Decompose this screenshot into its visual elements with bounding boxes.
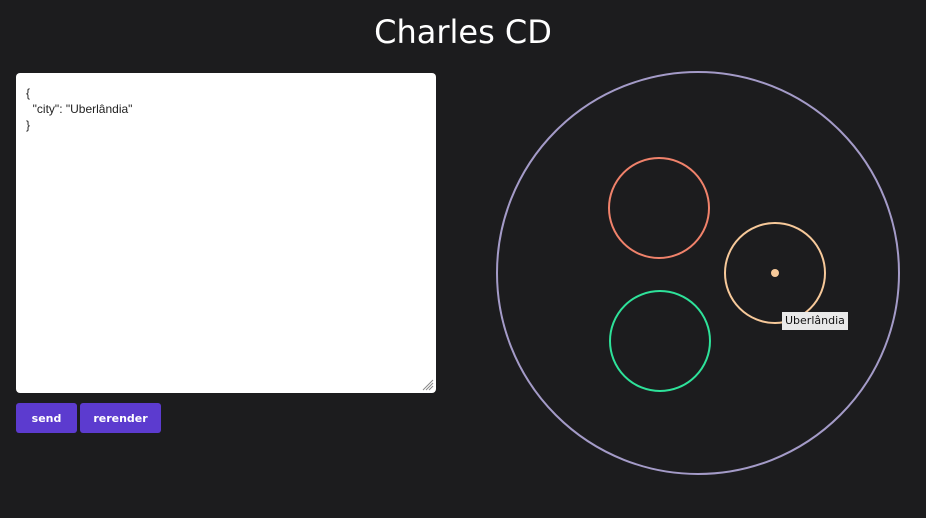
resize-handle-icon[interactable] — [422, 379, 434, 391]
city-node-dot[interactable] — [771, 269, 779, 277]
page-title: Charles CD — [374, 13, 552, 51]
send-button[interactable]: send — [16, 403, 77, 433]
coral-circle[interactable] — [608, 157, 710, 259]
circle-packing-visualization — [496, 71, 900, 475]
action-buttons: send rerender — [16, 403, 161, 433]
app-root: Charles CD send rerender Uberlândia — [0, 0, 926, 518]
json-editor-container — [16, 73, 436, 393]
rerender-button[interactable]: rerender — [80, 403, 161, 433]
json-editor[interactable] — [16, 73, 436, 393]
node-tooltip: Uberlândia — [782, 312, 848, 330]
green-circle[interactable] — [609, 290, 711, 392]
outer-circle[interactable] — [496, 71, 900, 475]
